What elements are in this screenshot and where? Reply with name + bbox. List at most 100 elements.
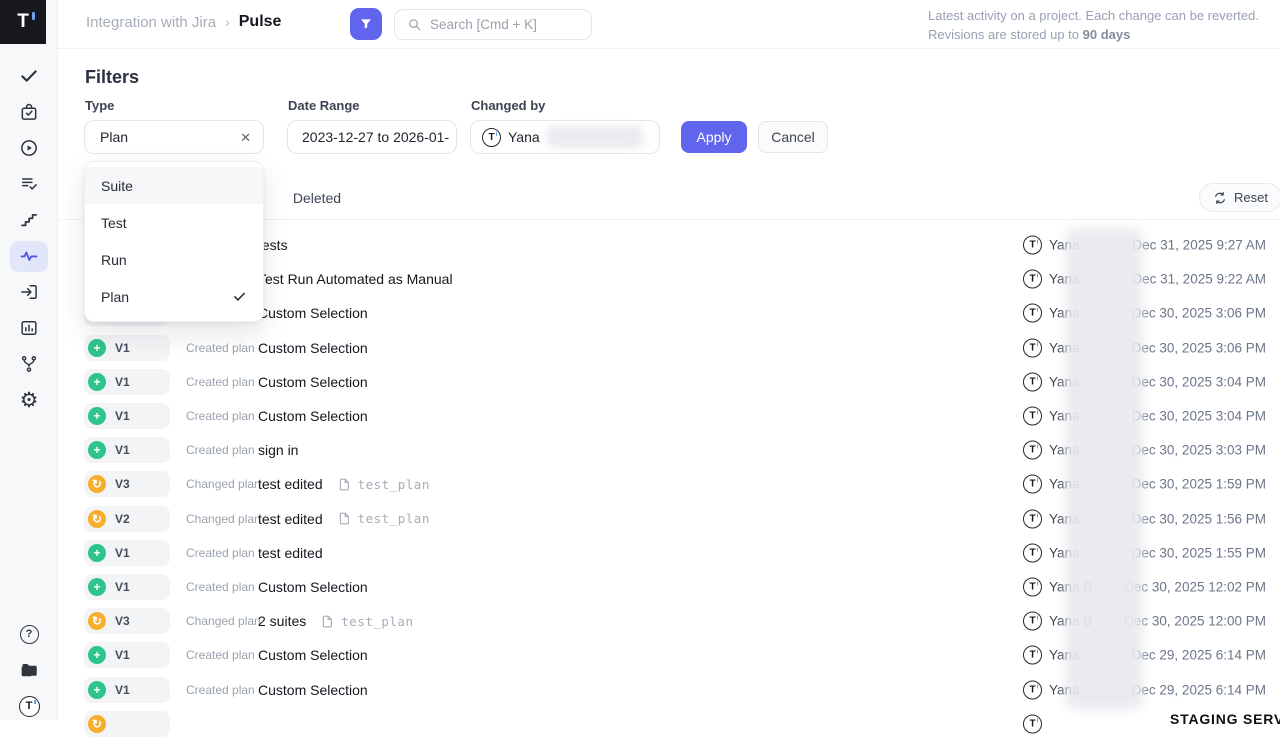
- action-label: Created plan: [186, 580, 255, 594]
- sidebar-item-branches[interactable]: [0, 346, 58, 382]
- type-dropdown: Suite Test Run Plan: [84, 161, 264, 322]
- plan-link[interactable]: test_plan: [320, 614, 413, 629]
- user-avatar-icon: T: [1023, 407, 1042, 426]
- user-avatar-icon: T: [1023, 270, 1042, 289]
- type-value: Plan: [100, 129, 128, 145]
- sidebar: ⚙ ? T T: [0, 0, 58, 720]
- check-icon: [232, 289, 247, 304]
- type-option-suite[interactable]: Suite: [85, 167, 263, 204]
- sidebar-item-settings[interactable]: ⚙: [0, 382, 58, 418]
- play-circle-icon: [19, 138, 39, 158]
- type-option-run[interactable]: Run: [85, 241, 263, 278]
- sidebar-item-help[interactable]: ?: [0, 616, 58, 652]
- version-badge: + V1: [84, 574, 170, 600]
- reset-button[interactable]: Reset: [1199, 183, 1280, 212]
- filter-toggle-button[interactable]: [350, 8, 382, 40]
- cancel-button[interactable]: Cancel: [758, 121, 828, 153]
- version-badge: ↻ V3: [84, 608, 170, 634]
- sidebar-item-pulse[interactable]: [0, 238, 58, 274]
- action-label: Created plan: [186, 683, 255, 697]
- file-icon: [337, 477, 352, 492]
- page-description-line1: Latest activity on a project. Each chang…: [928, 6, 1259, 25]
- retention-days: 90 days: [1083, 27, 1131, 42]
- user-cell: T: [1023, 714, 1049, 733]
- action-label: Created plan: [186, 546, 255, 560]
- sidebar-item-analytics[interactable]: [0, 310, 58, 346]
- timestamp: Dec 30, 2025 3:04 PM: [1132, 409, 1266, 424]
- version-badge: + V1: [84, 540, 170, 566]
- redacted-surname: [547, 126, 643, 148]
- action-label: Created plan: [186, 409, 255, 423]
- sidebar-item-results[interactable]: [0, 166, 58, 202]
- list-check-icon: [19, 174, 39, 194]
- search-box[interactable]: [394, 9, 592, 40]
- plan-link[interactable]: test_plan: [337, 511, 430, 526]
- action-label: Changed plan: [186, 512, 261, 526]
- version-badge: + V1: [84, 642, 170, 668]
- changed-by-select[interactable]: T Yana: [470, 120, 660, 154]
- version-badge: ↻ V3: [84, 471, 170, 497]
- sidebar-item-milestones[interactable]: [0, 202, 58, 238]
- item-name: test edited: [258, 476, 323, 492]
- type-option-plan[interactable]: Plan: [85, 278, 263, 315]
- item-name: Custom Selection: [258, 340, 368, 356]
- breadcrumb-page: Pulse: [239, 13, 282, 31]
- sidebar-item-tests[interactable]: [0, 58, 58, 94]
- gear-icon: ⚙: [20, 390, 39, 411]
- sidebar-item-import[interactable]: [0, 274, 58, 310]
- item-name: Custom Selection: [258, 647, 368, 663]
- type-select[interactable]: Plan ✕: [84, 120, 264, 154]
- clear-type-icon[interactable]: ✕: [240, 131, 251, 144]
- user-avatar-icon: T: [1023, 577, 1042, 596]
- created-plus-icon: +: [88, 407, 106, 425]
- check-icon: [19, 66, 39, 86]
- item-name: Custom Selection: [258, 305, 368, 321]
- changed-icon: ↻: [88, 475, 106, 493]
- timestamp: Dec 31, 2025 9:22 AM: [1132, 272, 1266, 287]
- created-plus-icon: +: [88, 441, 106, 459]
- user-avatar-icon: T: [1023, 612, 1042, 631]
- sidebar-nav-bottom: ? T: [0, 616, 58, 724]
- user-avatar-icon: T: [1023, 543, 1042, 562]
- chart-icon: [19, 318, 39, 338]
- action-label: Changed plan: [186, 477, 261, 491]
- sidebar-item-runs[interactable]: [0, 130, 58, 166]
- user-avatar-icon: T: [1023, 646, 1042, 665]
- version-label: V3: [115, 477, 130, 491]
- breadcrumb-project[interactable]: Integration with Jira: [86, 14, 216, 31]
- app-logo[interactable]: T: [0, 0, 46, 44]
- timestamp: Dec 30, 2025 3:06 PM: [1132, 306, 1266, 321]
- type-option-test[interactable]: Test: [85, 204, 263, 241]
- user-avatar-icon: T: [1023, 338, 1042, 357]
- created-plus-icon: +: [88, 373, 106, 391]
- steps-icon: [19, 210, 39, 230]
- sidebar-item-account[interactable]: T: [0, 688, 58, 724]
- plan-link[interactable]: test_plan: [337, 477, 430, 492]
- version-label: V1: [115, 546, 130, 560]
- changed-icon: ↻: [88, 510, 106, 528]
- changed-by-label: Changed by: [471, 98, 545, 113]
- user-avatar-icon: T: [1023, 680, 1042, 699]
- version-label: V2: [115, 512, 130, 526]
- tab-deleted[interactable]: Deleted: [293, 190, 341, 206]
- plan-link-label: test_plan: [358, 511, 430, 526]
- date-range-value: 2023-12-27 to 2026-01-: [302, 129, 449, 145]
- timestamp: Dec 30, 2025 3:03 PM: [1132, 443, 1266, 458]
- activity-row[interactable]: ↻ T: [58, 707, 1280, 741]
- version-badge: + V1: [84, 677, 170, 703]
- sidebar-item-plans[interactable]: [0, 94, 58, 130]
- version-badge: ↻ V2: [84, 506, 170, 532]
- apply-button[interactable]: Apply: [681, 121, 747, 153]
- user-avatar-icon: T: [1023, 509, 1042, 528]
- search-input[interactable]: [430, 17, 570, 32]
- sidebar-item-projects[interactable]: [0, 652, 58, 688]
- user-avatar-icon: T: [1023, 441, 1042, 460]
- redacted-surnames-overlay: [1065, 228, 1143, 710]
- timestamp: Dec 29, 2025 6:14 PM: [1132, 648, 1266, 663]
- funnel-icon: [358, 16, 374, 32]
- user-avatar-icon: T: [1023, 714, 1042, 733]
- item-name: Custom Selection: [258, 579, 368, 595]
- user-avatar-icon: T: [1023, 372, 1042, 391]
- date-range-input[interactable]: 2023-12-27 to 2026-01-: [287, 120, 457, 154]
- type-label: Type: [85, 98, 114, 113]
